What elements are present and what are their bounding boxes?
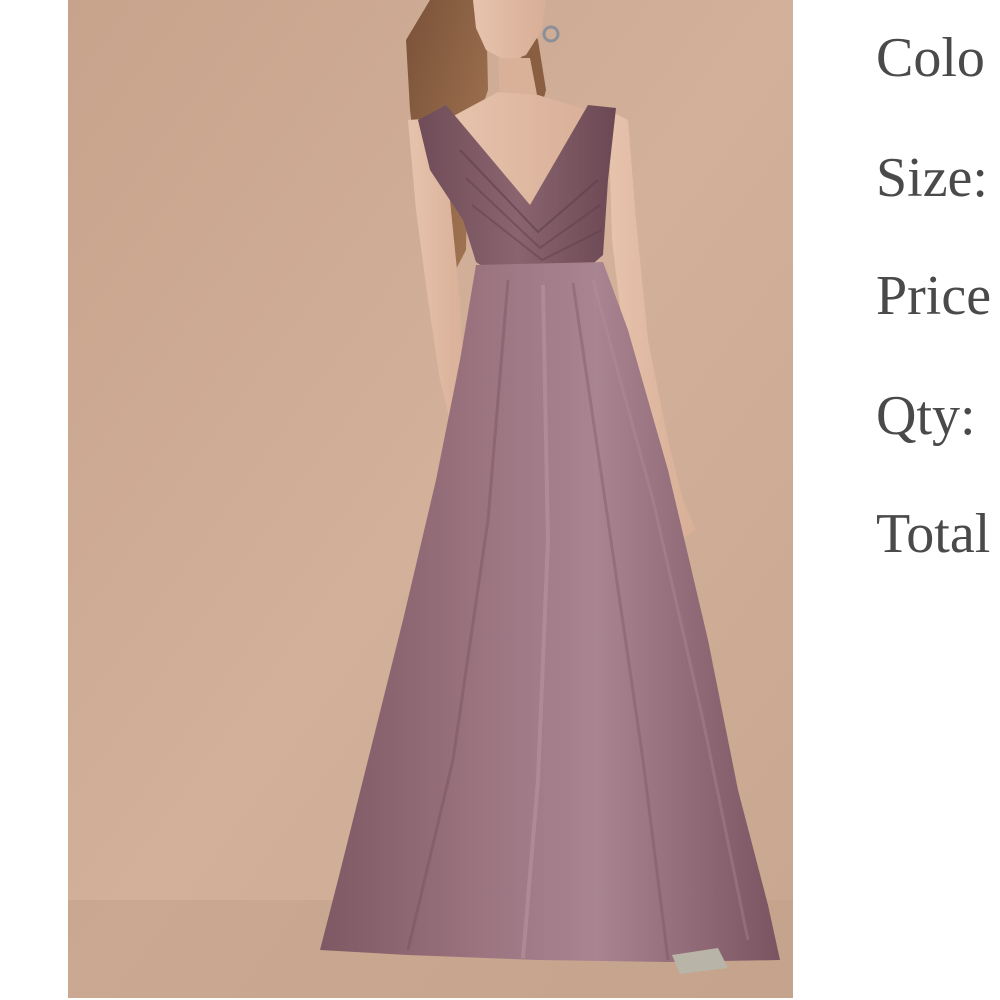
price-label: Price (876, 265, 992, 327)
order-details: Colo Size: Price Qty: Total (876, 0, 1000, 1000)
product-photo (68, 0, 793, 998)
size-label: Size: (876, 147, 988, 209)
total-label: Total (876, 503, 991, 565)
color-label: Colo (876, 27, 985, 89)
quantity-label: Qty: (876, 385, 976, 447)
product-detail-page: Colo Size: Price Qty: Total (0, 0, 1000, 1000)
dress-model-image (68, 0, 793, 998)
